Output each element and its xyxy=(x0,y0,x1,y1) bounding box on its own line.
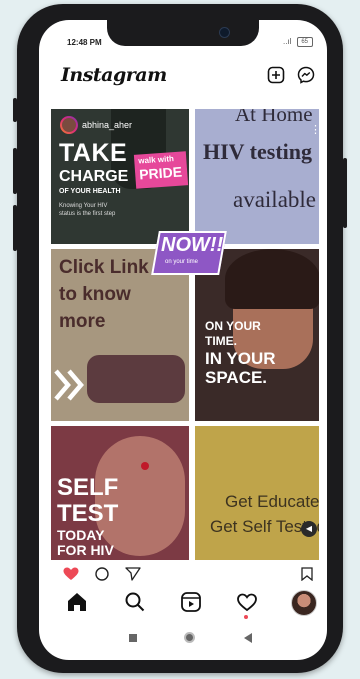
post-tile[interactable]: abhina_aher TAKE CHARGE OF YOUR HEALTH K… xyxy=(51,109,189,244)
now-sticker: NOW!! on your time xyxy=(151,231,227,275)
avatar xyxy=(60,116,78,134)
more-icon[interactable]: ⋮ xyxy=(310,123,319,136)
chevron-right-icon xyxy=(54,369,84,401)
post-headline: more xyxy=(59,311,106,332)
home-button-icon[interactable] xyxy=(184,632,195,643)
post-headline: to know xyxy=(59,284,131,305)
post-username[interactable]: abhina_aher xyxy=(82,120,132,130)
status-time: 12:48 PM xyxy=(67,38,102,47)
post-headline: At Home xyxy=(235,109,313,126)
home-icon[interactable] xyxy=(65,590,89,614)
post-caption: status is the first step xyxy=(59,211,116,217)
post-headline: SELF xyxy=(57,474,119,501)
notch xyxy=(107,20,259,46)
post-headline: Click Link xyxy=(59,257,149,278)
post-headline: Get Educated xyxy=(225,492,319,511)
post-actions xyxy=(39,565,327,583)
share-icon[interactable] xyxy=(125,567,141,581)
recents-icon[interactable] xyxy=(129,634,137,642)
post-headline: TAKE xyxy=(59,139,128,167)
link-button-graphic xyxy=(87,355,185,403)
back-icon[interactable] xyxy=(243,632,253,644)
liked-heart-icon[interactable] xyxy=(63,567,79,581)
status-icons: ..ıl 65 xyxy=(283,37,313,47)
volume-button xyxy=(13,148,17,194)
post-grid: abhina_aher TAKE CHARGE OF YOUR HEALTH K… xyxy=(51,109,319,560)
messenger-icon[interactable] xyxy=(297,66,315,84)
phone-screen: 12:48 PM ..ıl 65 Instagram ⌄ abhina_aher… xyxy=(39,20,327,660)
bottom-nav xyxy=(39,585,327,619)
post-tile[interactable]: At Home HIV testing available ⋮ xyxy=(195,109,319,244)
post-headline: HIV testing xyxy=(203,139,312,164)
post-headline: ON YOUR xyxy=(205,319,261,333)
profile-avatar[interactable] xyxy=(291,590,317,616)
front-camera xyxy=(219,27,230,38)
post-headline: TIME. xyxy=(205,334,237,348)
post-subtitle: OF YOUR HEALTH xyxy=(59,188,121,195)
post-caption: Knowing Your HIV xyxy=(59,203,108,209)
bookmark-icon[interactable] xyxy=(301,567,313,581)
mute-icon[interactable]: ◀ xyxy=(301,521,317,537)
power-button xyxy=(343,158,347,228)
volume-button xyxy=(13,205,17,251)
chevron-down-icon[interactable]: ⌄ xyxy=(147,70,155,81)
post-headline: SPACE. xyxy=(205,368,268,387)
post-headline: CHARGE xyxy=(59,168,129,185)
portrait-hair xyxy=(225,249,319,309)
signal-icon: ..ıl xyxy=(283,37,292,47)
search-icon[interactable] xyxy=(123,590,147,614)
app-header: Instagram ⌄ xyxy=(39,62,327,90)
sticker-text: NOW!! xyxy=(161,234,224,256)
post-tile[interactable]: Get Educated Get Self Tested ◀ xyxy=(195,426,319,560)
volume-button xyxy=(13,98,17,122)
notification-dot xyxy=(244,615,248,619)
post-headline: TEST xyxy=(57,500,119,527)
sticker-subtext: on your time xyxy=(165,259,199,265)
plus-square-icon[interactable] xyxy=(267,66,285,84)
bindi xyxy=(141,462,149,470)
reels-icon[interactable] xyxy=(179,590,203,614)
comment-icon[interactable] xyxy=(94,567,110,581)
post-headline: TODAY xyxy=(57,527,105,543)
post-headline: available xyxy=(233,187,317,212)
post-headline: FOR HIV xyxy=(57,542,114,558)
heart-icon[interactable] xyxy=(235,590,259,614)
post-headline: IN YOUR xyxy=(205,349,276,368)
system-nav-bar xyxy=(39,624,327,654)
pride-badge: walk with PRIDE xyxy=(133,151,189,189)
battery-icon: 65 xyxy=(296,37,313,47)
post-tile[interactable]: SELF TEST TODAY FOR HIV xyxy=(51,426,189,560)
